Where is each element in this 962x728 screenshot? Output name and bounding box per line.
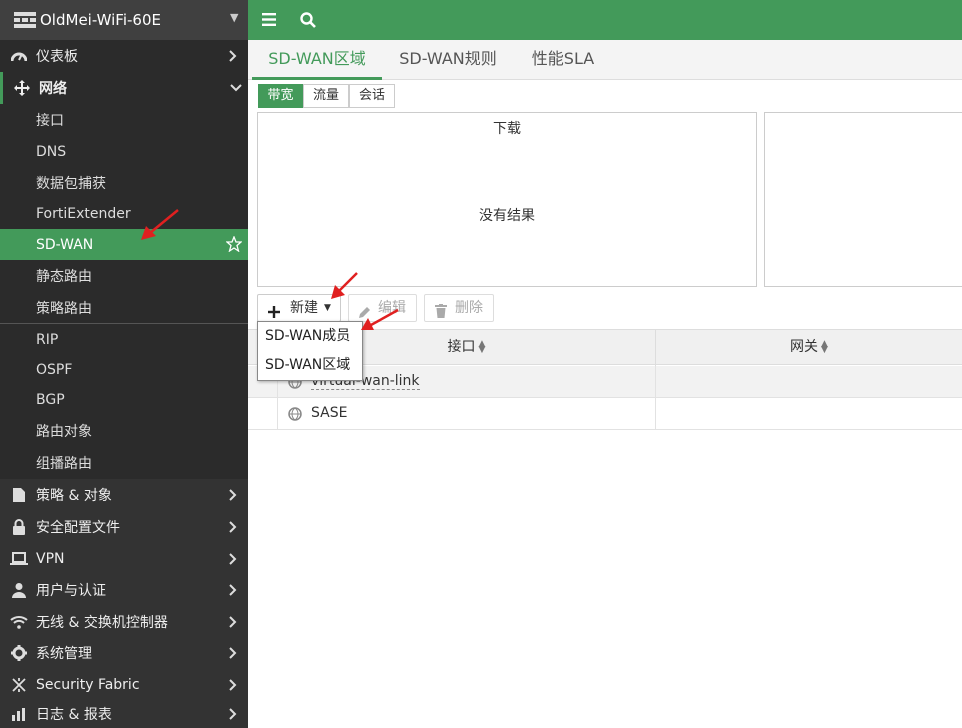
annotation-arrows <box>141 209 399 330</box>
annotation-arrow <box>331 272 358 299</box>
annotation-arrow <box>141 209 179 240</box>
annotation-arrow <box>361 308 399 330</box>
